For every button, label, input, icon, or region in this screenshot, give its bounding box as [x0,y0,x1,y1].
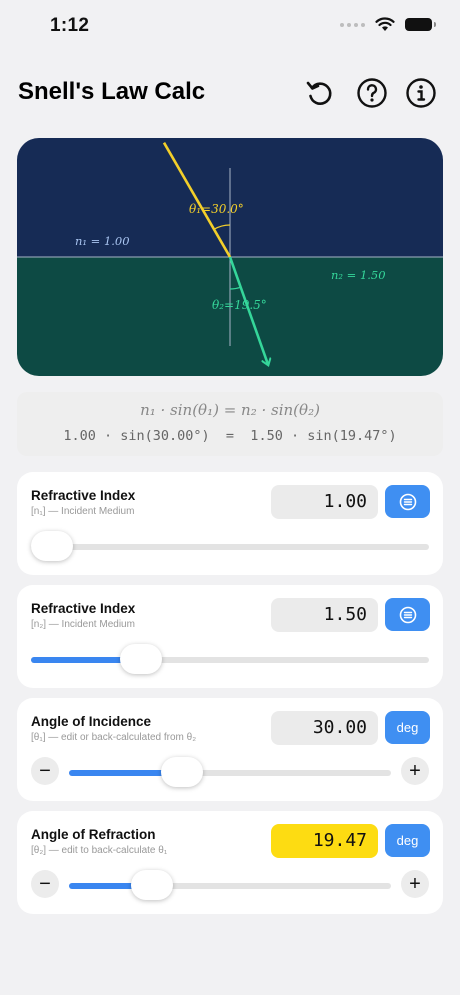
refraction-slider[interactable] [69,870,391,900]
formula-card: n₁ · sin(θ₁) = n₂ · sin(θ₂) 1.00 · sin(3… [17,392,443,456]
status-icons [340,17,436,32]
card-title: Refractive Index [31,601,136,616]
status-bar: 1:12 [0,0,460,52]
help-button[interactable] [355,76,389,110]
slider-thumb[interactable] [161,757,204,787]
battery-icon [405,18,436,31]
n2-value-field[interactable]: 1.50 [271,598,378,632]
card-subtitle: [n₂] — Incident Medium [31,619,135,630]
slider-thumb[interactable] [31,531,73,561]
n2-label: n₂ = 1.50 [331,268,386,282]
snell-numeric: 1.00 · sin(30.00°) = 1.50 · sin(19.47°) [63,428,397,444]
slider-thumb[interactable] [120,644,162,674]
refraction-card: Angle of Refraction [θ₂] — edit to back-… [17,811,443,914]
n2-preset-button[interactable] [385,598,430,631]
incidence-slider[interactable] [69,757,391,787]
n1-label: n₁ = 1.00 [75,234,130,248]
card-subtitle: [θ₁] — edit or back-calculated from θ₂ [31,732,197,743]
card-subtitle: [θ₂] — edit to back-calculate θ₁ [31,845,168,856]
wifi-icon [375,17,395,31]
list-icon [399,493,416,510]
info-icon [406,78,436,108]
refraction-unit-button[interactable]: deg [385,824,430,857]
n2-card: Refractive Index [n₂] — Incident Medium … [17,585,443,688]
n1-value-field[interactable]: 1.00 [271,485,378,519]
incidence-card: Angle of Incidence [θ₁] — edit or back-c… [17,698,443,801]
decrement-button[interactable]: − [31,870,59,898]
decrement-button[interactable]: − [31,757,59,785]
app-header: Snell's Law Calc [0,70,460,118]
n1-slider[interactable] [31,531,429,561]
slider-thumb[interactable] [130,870,173,900]
incidence-value-field[interactable]: 30.00 [271,711,378,745]
info-button[interactable] [404,76,438,110]
snell-equation: n₁ · sin(θ₁) = n₂ · sin(θ₂) [140,401,320,419]
n1-preset-button[interactable] [385,485,430,518]
refraction-diagram-svg: θ₁=30.0° θ₂=19.5° n₁ = 1.00 n₂ = 1.50 [17,138,443,376]
card-title: Angle of Refraction [31,827,156,842]
refraction-diagram: θ₁=30.0° θ₂=19.5° n₁ = 1.00 n₂ = 1.50 [17,138,443,376]
page-title: Snell's Law Calc [18,78,206,105]
reset-icon [306,81,332,105]
status-time: 1:12 [50,15,90,36]
theta2-label: θ₂=19.5° [212,298,267,312]
list-icon [399,606,416,623]
card-title: Refractive Index [31,488,136,503]
reset-button[interactable] [302,76,336,110]
incidence-unit-button[interactable]: deg [385,711,430,744]
help-icon [357,78,387,108]
n2-slider[interactable] [31,644,429,674]
increment-button[interactable]: + [401,870,429,898]
increment-button[interactable]: + [401,757,429,785]
theta1-label: θ₁=30.0° [189,202,244,216]
n1-card: Refractive Index [n₁] — Incident Medium … [17,472,443,575]
card-subtitle: [n₁] — Incident Medium [31,506,135,517]
refraction-value-field[interactable]: 19.47 [271,824,378,858]
signal-icon [340,22,365,27]
card-title: Angle of Incidence [31,714,152,729]
